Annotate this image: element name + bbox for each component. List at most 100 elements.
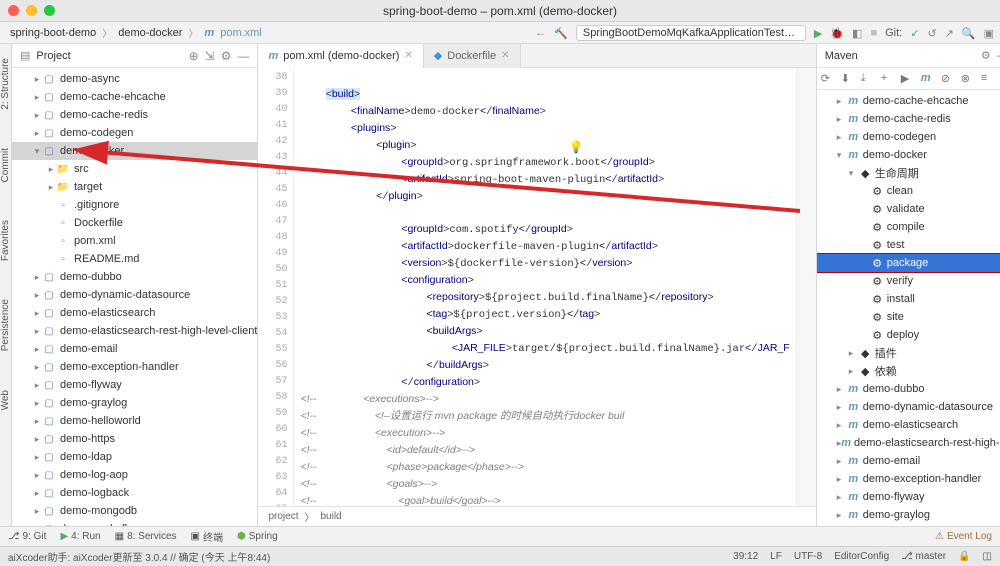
tree-item[interactable]: ▸📁target bbox=[12, 178, 257, 196]
search-icon[interactable]: 🔍 bbox=[962, 27, 976, 40]
file-encoding[interactable]: UTF-8 bbox=[794, 551, 822, 562]
close-icon[interactable]: ✕ bbox=[404, 50, 412, 61]
maven-tree-item[interactable]: ▸mdemo-dubbo bbox=[817, 380, 1000, 398]
tree-item[interactable]: ▫.gitignore bbox=[12, 196, 257, 214]
gear-icon[interactable]: ⚙ bbox=[221, 49, 232, 63]
line-separator[interactable]: LF bbox=[770, 551, 782, 562]
memory-icon[interactable]: ◫ bbox=[983, 551, 992, 562]
expand-arrow-icon[interactable]: ▸ bbox=[849, 366, 859, 377]
expand-arrow-icon[interactable]: ▸ bbox=[32, 326, 42, 337]
maven-tree-item[interactable]: ▸mdemo-elasticsearch-rest-high-level-cli bbox=[817, 434, 1000, 452]
gear-icon[interactable]: ⚙ bbox=[981, 49, 991, 62]
expand-arrow-icon[interactable]: ▾ bbox=[849, 168, 859, 179]
expand-arrow-icon[interactable]: ▸ bbox=[46, 164, 56, 175]
maven-tree-item[interactable]: ▾◆生命周期 bbox=[817, 164, 1000, 182]
maven-tree-item[interactable]: ⚙site bbox=[817, 308, 1000, 326]
tree-item[interactable]: ▫Dockerfile bbox=[12, 214, 257, 232]
expand-arrow-icon[interactable]: ▸ bbox=[32, 344, 42, 355]
expand-arrow-icon[interactable]: ▾ bbox=[32, 146, 42, 157]
maven-tree-item[interactable]: ▸mdemo-graylog bbox=[817, 506, 1000, 524]
expand-arrow-icon[interactable]: ▸ bbox=[32, 452, 42, 463]
tree-item[interactable]: ▸▢demo-mongodb bbox=[12, 502, 257, 520]
expand-arrow-icon[interactable]: ▸ bbox=[837, 132, 847, 143]
tree-item[interactable]: ▸▢demo-flyway bbox=[12, 376, 257, 394]
maven-tree-item[interactable]: ⚙install bbox=[817, 290, 1000, 308]
crumb-root[interactable]: project bbox=[268, 511, 298, 522]
maven-tree[interactable]: ▸mdemo-cache-ehcache▸mdemo-cache-redis ▸m… bbox=[817, 90, 1000, 526]
indent-config[interactable]: EditorConfig bbox=[834, 551, 889, 562]
crumb-project[interactable]: spring-boot-demo bbox=[10, 27, 96, 39]
maven-tree-item[interactable]: ▸mdemo-exception-handler bbox=[817, 470, 1000, 488]
coverage-icon[interactable]: ◧ bbox=[852, 27, 862, 40]
expand-arrow-icon[interactable]: ▸ bbox=[849, 348, 859, 359]
expand-arrow-icon[interactable]: ▸ bbox=[32, 74, 42, 85]
cursor-position[interactable]: 39:12 bbox=[733, 551, 758, 562]
select-opened-file-icon[interactable]: ⊕ bbox=[189, 49, 199, 63]
hide-icon[interactable]: — bbox=[237, 49, 249, 63]
expand-arrow-icon[interactable]: ▸ bbox=[32, 524, 42, 527]
back-icon[interactable]: ← bbox=[535, 27, 546, 39]
maven-tree-item[interactable]: ▸mdemo-cache-redis bbox=[817, 110, 1000, 128]
expand-arrow-icon[interactable]: ▸ bbox=[837, 114, 847, 125]
bottom-run[interactable]: ▶4: Run bbox=[60, 531, 100, 542]
intention-bulb-icon[interactable]: 💡 bbox=[568, 140, 583, 154]
crumb-file[interactable]: pom.xml bbox=[220, 27, 262, 39]
tree-item[interactable]: ▾▢demo-docker bbox=[12, 142, 257, 160]
tree-item[interactable]: ▸▢demo-elasticsearch bbox=[12, 304, 257, 322]
expand-arrow-icon[interactable]: ▸ bbox=[32, 416, 42, 427]
tree-item[interactable]: ▸📁src bbox=[12, 160, 257, 178]
crumb-module[interactable]: demo-docker bbox=[118, 27, 182, 39]
debug-icon[interactable]: 🐞 bbox=[830, 27, 844, 40]
tree-item[interactable]: ▸▢demo-elasticsearch-rest-high-level-cli… bbox=[12, 322, 257, 340]
close-icon[interactable]: ✕ bbox=[501, 50, 509, 61]
expand-arrow-icon[interactable]: ▸ bbox=[837, 456, 847, 467]
expand-arrow-icon[interactable]: ▸ bbox=[32, 362, 42, 373]
editor-tab-pom[interactable]: m pom.xml (demo-docker) ✕ bbox=[258, 44, 423, 68]
bottom-git[interactable]: ⎇9: Git bbox=[8, 531, 46, 542]
expand-arrow-icon[interactable]: ▸ bbox=[32, 128, 42, 139]
run-icon[interactable]: ▶ bbox=[814, 27, 822, 40]
expand-arrow-icon[interactable]: ▸ bbox=[837, 492, 847, 503]
expand-arrow-icon[interactable]: ▸ bbox=[837, 402, 847, 413]
settings-icon[interactable]: ▣ bbox=[984, 27, 994, 40]
tree-item[interactable]: ▫README.md bbox=[12, 250, 257, 268]
expand-arrow-icon[interactable]: ▸ bbox=[46, 182, 56, 193]
tree-item[interactable]: ▸▢demo-dynamic-datasource bbox=[12, 286, 257, 304]
maven-tree-item[interactable]: ▸mdemo-elasticsearch bbox=[817, 416, 1000, 434]
expand-arrow-icon[interactable]: ▸ bbox=[837, 420, 847, 431]
tree-item[interactable]: ▸▢demo-mq-kafka bbox=[12, 520, 257, 526]
status-message[interactable]: aiXcoder助手: aiXcoder更新至 3.0.4 // 确定 (今天 … bbox=[8, 549, 270, 564]
expand-arrow-icon[interactable]: ▸ bbox=[32, 398, 42, 409]
maven-tree-item[interactable]: ▸◆插件 bbox=[817, 344, 1000, 362]
tree-item[interactable]: ▸▢demo-codegen bbox=[12, 124, 257, 142]
project-tree[interactable]: ▸▢demo-async▸▢demo-cache-ehcache▸▢demo-c… bbox=[12, 68, 257, 526]
expand-arrow-icon[interactable]: ▸ bbox=[32, 380, 42, 391]
bottom-terminal[interactable]: ▣终端 bbox=[191, 529, 223, 544]
maven-icon[interactable]: m bbox=[921, 72, 935, 86]
run-icon[interactable]: ▶ bbox=[901, 72, 915, 86]
crumb-node[interactable]: build bbox=[320, 511, 341, 522]
editor-tab-dockerfile[interactable]: ◆ Dockerfile ✕ bbox=[424, 44, 521, 68]
maven-tree-item[interactable]: ▸mdemo-email bbox=[817, 452, 1000, 470]
run-config-dropdown[interactable]: SpringBootDemoMqKafkaApplicationTests.te… bbox=[576, 25, 806, 41]
bottom-spring[interactable]: ⬢Spring bbox=[237, 531, 278, 542]
expand-arrow-icon[interactable]: ▸ bbox=[32, 434, 42, 445]
tree-item[interactable]: ▸▢demo-email bbox=[12, 340, 257, 358]
expand-arrow-icon[interactable]: ▸ bbox=[32, 272, 42, 283]
hammer-icon[interactable]: 🔨 bbox=[554, 27, 568, 40]
maven-tree-item[interactable]: ⚙package bbox=[817, 254, 1000, 272]
expand-arrow-icon[interactable]: ▸ bbox=[32, 110, 42, 121]
tree-item[interactable]: ▸▢demo-dubbo bbox=[12, 268, 257, 286]
expand-arrow-icon[interactable]: ▸ bbox=[32, 470, 42, 481]
bottom-services[interactable]: ▦8: Services bbox=[115, 531, 177, 542]
tree-item[interactable]: ▸▢demo-ldap bbox=[12, 448, 257, 466]
maven-tree-item[interactable]: ▸mdemo-helloworld bbox=[817, 524, 1000, 526]
maven-tree-item[interactable]: ⚙deploy bbox=[817, 326, 1000, 344]
tree-item[interactable]: ▸▢demo-async bbox=[12, 70, 257, 88]
minimap[interactable] bbox=[796, 68, 816, 506]
tree-item[interactable]: ▸▢demo-exception-handler bbox=[12, 358, 257, 376]
maven-tree-item[interactable]: ⚙clean bbox=[817, 182, 1000, 200]
project-view-icon[interactable]: ▤ bbox=[20, 49, 30, 62]
tree-item[interactable]: ▸▢demo-helloworld bbox=[12, 412, 257, 430]
maven-tree-item[interactable]: ▸mdemo-cache-ehcache bbox=[817, 92, 1000, 110]
